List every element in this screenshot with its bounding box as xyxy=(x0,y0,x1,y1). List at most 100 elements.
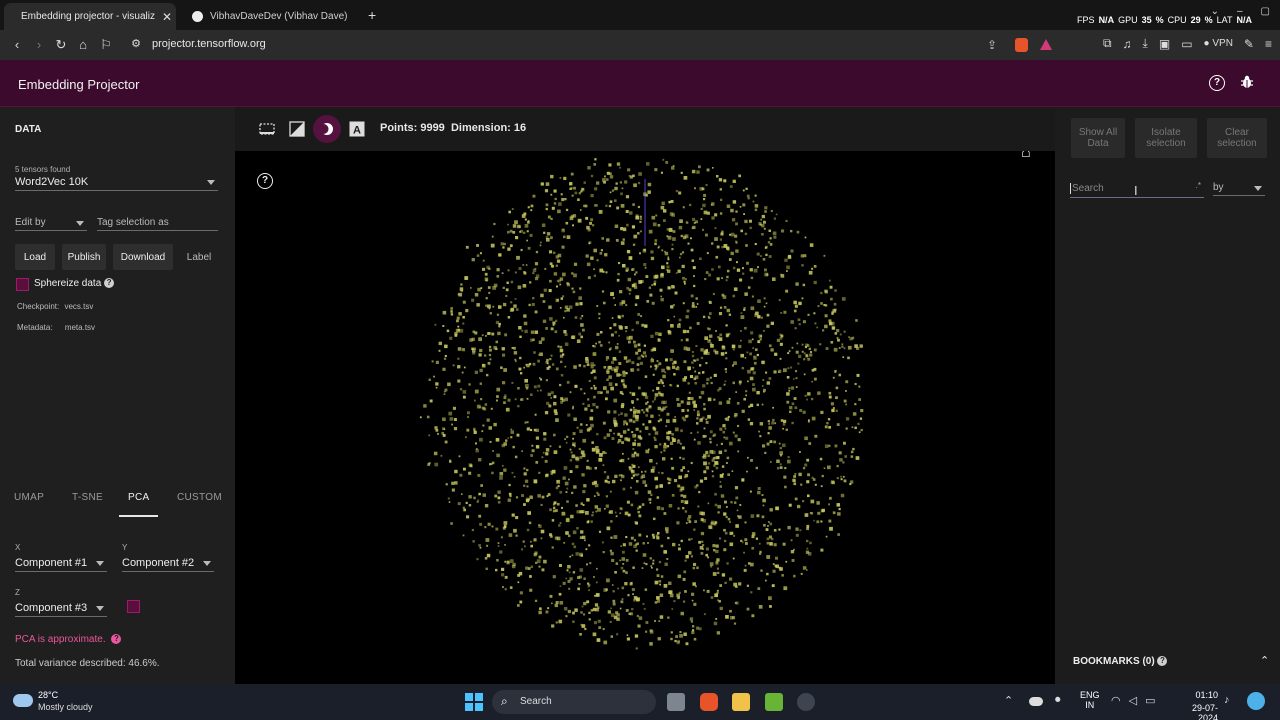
embedding-point[interactable] xyxy=(538,610,542,615)
embedding-point[interactable] xyxy=(449,460,452,463)
embedding-point[interactable] xyxy=(734,413,738,417)
embedding-point[interactable] xyxy=(775,556,778,560)
embedding-point[interactable] xyxy=(692,225,696,230)
cloud-weather-icon[interactable] xyxy=(13,694,33,707)
embedding-point[interactable] xyxy=(700,390,705,395)
embedding-point[interactable] xyxy=(671,213,675,217)
embedding-point[interactable] xyxy=(614,571,617,574)
embedding-point[interactable] xyxy=(851,426,854,429)
embedding-point[interactable] xyxy=(527,567,531,570)
embedding-point[interactable] xyxy=(501,443,505,448)
embedding-point[interactable] xyxy=(687,242,690,245)
embedding-point[interactable] xyxy=(525,566,529,570)
embedding-point[interactable] xyxy=(719,606,723,611)
embedding-point[interactable] xyxy=(730,251,734,256)
embedding-point[interactable] xyxy=(555,418,559,422)
embedding-point[interactable] xyxy=(468,383,471,386)
embedding-point[interactable] xyxy=(585,424,588,426)
embedding-point[interactable] xyxy=(680,234,683,238)
embedding-point[interactable] xyxy=(586,600,590,604)
embedding-point[interactable] xyxy=(714,456,718,460)
embedding-point[interactable] xyxy=(471,337,475,341)
embedding-point[interactable] xyxy=(742,541,744,544)
embedding-point[interactable] xyxy=(579,302,583,306)
embedding-point[interactable] xyxy=(795,386,798,388)
embedding-point[interactable] xyxy=(477,474,481,477)
embedding-point[interactable] xyxy=(449,417,454,421)
canvas-help-icon[interactable]: ? xyxy=(257,173,273,189)
embedding-point[interactable] xyxy=(642,351,647,355)
sidebar-icon[interactable]: ▣ xyxy=(1159,37,1170,51)
embedding-point[interactable] xyxy=(631,225,635,229)
embedding-point[interactable] xyxy=(543,432,547,436)
embedding-point[interactable] xyxy=(750,562,754,567)
embedding-point[interactable] xyxy=(697,505,700,508)
embedding-point[interactable] xyxy=(630,419,633,422)
embedding-point[interactable] xyxy=(746,584,749,587)
embedding-point[interactable] xyxy=(858,398,861,401)
embedding-point[interactable] xyxy=(628,256,633,260)
embedding-point[interactable] xyxy=(718,450,723,455)
embedding-point[interactable] xyxy=(582,490,586,494)
embedding-point[interactable] xyxy=(721,573,726,577)
embedding-point[interactable] xyxy=(691,354,695,358)
embedding-point[interactable] xyxy=(504,575,508,579)
embedding-point[interactable] xyxy=(719,474,724,478)
embedding-point[interactable] xyxy=(664,250,666,253)
embedding-point[interactable] xyxy=(745,394,747,397)
embedding-point[interactable] xyxy=(769,542,773,546)
embedding-point[interactable] xyxy=(691,259,694,262)
embedding-point[interactable] xyxy=(682,457,685,460)
embedding-point[interactable] xyxy=(443,390,446,393)
embedding-point[interactable] xyxy=(703,407,706,411)
embedding-point[interactable] xyxy=(613,432,615,435)
embedding-point[interactable] xyxy=(732,557,735,560)
embedding-point[interactable] xyxy=(668,481,671,484)
embedding-point[interactable] xyxy=(696,413,700,417)
embedding-point[interactable] xyxy=(526,421,529,424)
embedding-point[interactable] xyxy=(667,330,671,333)
embedding-point[interactable] xyxy=(651,215,656,220)
embedding-point[interactable] xyxy=(504,333,508,337)
embedding-point[interactable] xyxy=(614,474,618,478)
embedding-point[interactable] xyxy=(770,210,773,212)
embedding-point[interactable] xyxy=(843,399,847,403)
embedding-point[interactable] xyxy=(535,436,539,440)
embedding-point[interactable] xyxy=(819,457,823,461)
wallet-icon[interactable]: ▭ xyxy=(1181,37,1192,51)
embedding-point[interactable] xyxy=(548,305,552,309)
embedding-point[interactable] xyxy=(590,194,594,198)
embedding-point[interactable] xyxy=(568,587,571,590)
embedding-point[interactable] xyxy=(811,397,814,401)
embedding-point[interactable] xyxy=(694,187,696,190)
embedding-point[interactable] xyxy=(702,544,705,547)
embedding-point[interactable] xyxy=(547,215,551,219)
embedding-point[interactable] xyxy=(457,347,462,351)
chevron-up-icon[interactable]: ⌃ xyxy=(1004,694,1013,707)
embedding-point[interactable] xyxy=(654,393,659,397)
embedding-point[interactable] xyxy=(567,413,571,417)
embedding-point[interactable] xyxy=(671,243,674,246)
embedding-point[interactable] xyxy=(573,417,577,422)
embedding-point[interactable] xyxy=(626,223,629,227)
embedding-point[interactable] xyxy=(599,344,603,347)
embedding-point[interactable] xyxy=(511,564,516,569)
embedding-point[interactable] xyxy=(524,329,528,334)
embedding-point[interactable] xyxy=(559,277,564,281)
embedding-point[interactable] xyxy=(592,511,594,514)
embedding-point[interactable] xyxy=(566,282,569,285)
embedding-point[interactable] xyxy=(533,385,537,389)
embedding-point[interactable] xyxy=(621,379,625,383)
embedding-point[interactable] xyxy=(563,235,566,239)
embedding-point[interactable] xyxy=(621,392,624,396)
embedding-point[interactable] xyxy=(488,345,492,349)
embedding-point[interactable] xyxy=(710,344,714,348)
embedding-point[interactable] xyxy=(648,497,652,501)
embedding-point[interactable] xyxy=(479,348,483,353)
embedding-point[interactable] xyxy=(553,433,556,437)
embedding-point[interactable] xyxy=(783,368,787,373)
embedding-point[interactable] xyxy=(695,345,698,347)
embedding-point[interactable] xyxy=(479,382,482,385)
embedding-point[interactable] xyxy=(443,357,447,360)
embedding-point[interactable] xyxy=(594,594,596,597)
